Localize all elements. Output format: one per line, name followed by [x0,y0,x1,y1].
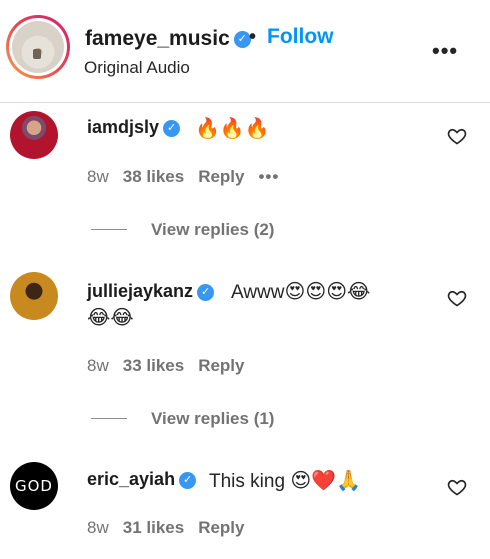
comment-time: 8w [87,356,109,375]
comment-meta: 8w 31 likes Reply [87,518,258,538]
comment-likes[interactable]: 33 likes [123,356,184,375]
reply-button[interactable]: Reply [198,518,244,537]
comment-time: 8w [87,518,109,537]
avatar-text: GOD [15,477,53,495]
comment-avatar[interactable]: GOD [10,462,58,510]
header-username[interactable]: fameye_music [85,27,230,50]
comment-username-row: julliejaykanz ✓ [87,281,215,302]
reply-button[interactable]: Reply [198,356,244,375]
replies-divider [91,418,127,419]
comment-emojis: 🔥🔥🔥 [195,116,270,140]
comment-avatar[interactable] [10,111,58,159]
comment-avatar[interactable] [10,272,58,320]
verified-badge-icon: ✓ [197,283,215,301]
comment-emojis: 😍😍😍😂 [284,279,371,303]
profile-avatar[interactable] [9,18,67,76]
comment-likes[interactable]: 38 likes [123,167,184,186]
comment-likes[interactable]: 31 likes [123,518,184,537]
reply-button[interactable]: Reply [198,167,244,186]
comment-meta: 8w 38 likes Reply ••• [87,167,293,187]
profile-avatar-story-ring[interactable] [6,15,70,79]
comment-text: 🔥🔥🔥 [195,116,270,141]
heart-outline-icon[interactable] [447,288,467,308]
comment-text: This king 😍❤️🙏 [209,468,361,493]
comment-username[interactable]: julliejaykanz [87,281,193,301]
comment-text-content: This king [209,471,286,492]
comment-text-content: Awww [231,282,285,303]
header-separator: • [249,26,257,48]
follow-button[interactable]: Follow [267,25,334,49]
comment-more-icon[interactable]: ••• [258,167,279,186]
comment-username[interactable]: eric_ayiah [87,469,175,489]
comment-username-row: eric_ayiah ✓ [87,469,197,490]
replies-divider [91,229,127,230]
audio-subtitle[interactable]: Original Audio [84,58,190,78]
heart-outline-icon[interactable] [447,477,467,497]
verified-badge-icon: ✓ [163,119,181,137]
comment-emojis-line2: 😂😂 [87,305,134,329]
view-replies-button[interactable]: View replies (1) [151,409,274,429]
verified-badge-icon: ✓ [179,471,197,489]
heart-outline-icon[interactable] [447,126,467,146]
comment-text: Awww😍😍😍😂 [231,279,370,304]
comment-time: 8w [87,167,109,186]
header-username-row[interactable]: fameye_music ✓ [85,27,251,51]
comment-username-row: iamdjsly ✓ [87,117,181,138]
view-replies-button[interactable]: View replies (2) [151,220,274,240]
comment-username[interactable]: iamdjsly [87,117,159,137]
more-options-icon[interactable]: ••• [432,38,458,64]
profile-avatar-image [12,21,64,73]
comment-text-line2: 😂😂 [87,305,134,330]
post-header: fameye_music ✓ • Follow Original Audio ••… [0,0,490,103]
comment-meta: 8w 33 likes Reply [87,356,258,376]
comment-emojis: 😍❤️🙏 [290,468,361,492]
